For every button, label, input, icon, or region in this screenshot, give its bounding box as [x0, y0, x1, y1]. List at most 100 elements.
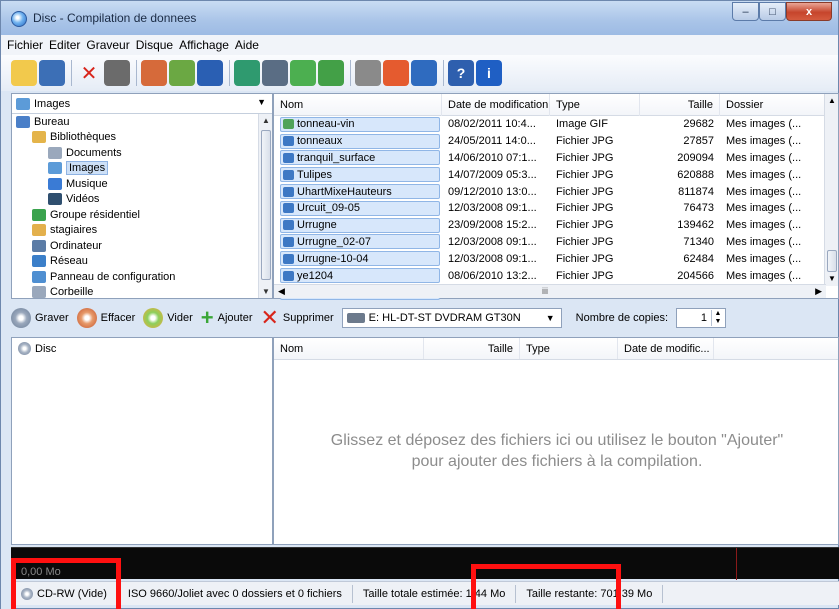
search-icon[interactable] [411, 60, 437, 86]
folder-tree-panel: Images ▼ Bureau Bibliothèques Documents Ima… [11, 93, 273, 299]
file-row[interactable]: ye1204 08/06/2010 13:2... Fichier JPG 20456… [274, 267, 826, 284]
column-dossier[interactable]: Dossier [720, 94, 826, 116]
column-date[interactable]: Date de modification [442, 94, 550, 116]
scroll-up-icon[interactable]: ▲ [828, 96, 836, 105]
file-row[interactable]: tonneau-vin 08/02/2011 10:4... Image GIF 29… [274, 116, 826, 133]
erase-button[interactable]: Effacer [76, 308, 135, 328]
tree-item[interactable]: Documents [12, 145, 260, 161]
menu-aide[interactable]: Aide [235, 38, 265, 52]
menu-fichier[interactable]: Fichier [7, 38, 49, 52]
menu-affichage[interactable]: Affichage [179, 38, 235, 52]
image-file-icon [283, 169, 294, 180]
chevron-down-icon: ▼ [257, 97, 266, 107]
tree-item[interactable]: Musique [12, 176, 260, 192]
file-selection[interactable]: tranquil_surface [280, 150, 440, 166]
file-selection[interactable]: tonneaux [280, 133, 440, 149]
folder-icon [48, 193, 62, 206]
help-icon[interactable]: ? [448, 60, 474, 86]
toolbar-separator [71, 60, 72, 86]
scroll-down-icon[interactable]: ▼ [262, 287, 270, 296]
empty-button[interactable]: Vider [143, 308, 193, 328]
maximize-button[interactable]: □ [759, 2, 786, 21]
file-selection[interactable]: Urrugne [280, 217, 440, 233]
scroll-right-icon[interactable]: ▶ [815, 286, 822, 297]
tree-item[interactable]: Vidéos [12, 192, 260, 208]
tree-item[interactable]: Panneau de configuration [12, 269, 260, 285]
tree-scrollbar[interactable]: ▲ ▼ [258, 114, 272, 298]
tree-item[interactable]: Groupe résidentiel [12, 207, 260, 223]
file-row[interactable]: Tulipes 14/07/2009 05:3... Fichier JPG 6208… [274, 166, 826, 183]
file-selection[interactable]: Urcuit_09-05 [280, 200, 440, 216]
tree-item[interactable]: Bibliothèques [12, 130, 260, 146]
copy-disc-icon[interactable] [234, 60, 260, 86]
burn-button[interactable]: Graver [11, 308, 69, 328]
paint-icon[interactable] [383, 60, 409, 86]
menu-disque[interactable]: Disque [136, 38, 179, 52]
print-icon[interactable] [104, 60, 130, 86]
new-icon[interactable] [11, 60, 37, 86]
file-selection[interactable]: UhartMixeHauteurs [280, 184, 440, 200]
comp-column-taille[interactable]: Taille [424, 338, 520, 359]
file-selection[interactable]: Urrugne_02-07 [280, 234, 440, 250]
blue-square-icon[interactable] [197, 60, 223, 86]
file-row[interactable]: UhartMixeHauteurs 09/12/2010 13:0... Fichi… [274, 183, 826, 200]
file-list-scrollbar[interactable]: ▲ ▼ [824, 94, 838, 286]
green-disc-icon[interactable] [290, 60, 316, 86]
folder-icon [48, 177, 62, 190]
minimize-button[interactable]: – [732, 2, 759, 21]
drive-select[interactable]: E: HL-DT-ST DVDRAM GT30N ▼ [341, 308, 562, 328]
tree-item[interactable]: Ordinateur [12, 238, 260, 254]
file-name-cell: tranquil_surface [274, 150, 442, 166]
column-nom[interactable]: Nom [274, 94, 442, 116]
file-selection[interactable]: ye1204 [280, 268, 440, 284]
column-taille[interactable]: Taille [640, 94, 720, 116]
file-date-cell: 14/07/2009 05:3... [448, 168, 537, 181]
tree-scroll-thumb[interactable] [261, 130, 271, 280]
scroll-left-icon[interactable]: ◀ [278, 286, 285, 297]
green-arrow-icon[interactable] [318, 60, 344, 86]
file-row[interactable]: Urrugne-10-04 12/03/2008 09:1... Fichier J… [274, 250, 826, 267]
file-row[interactable]: tranquil_surface 14/06/2010 07:1... Fichie… [274, 150, 826, 167]
delete-button[interactable]: ✕ Supprimer [260, 307, 333, 329]
disc-label: Disc [35, 342, 57, 355]
scroll-down-icon[interactable]: ▼ [828, 274, 836, 283]
path-dropdown[interactable]: Images ▼ [12, 94, 272, 114]
column-type[interactable]: Type [550, 94, 640, 116]
delete-icon[interactable]: ✕ [76, 60, 102, 86]
folder-tree: Bureau Bibliothèques Documents Images Musiqu… [12, 114, 260, 298]
file-row[interactable]: tonneaux 24/05/2011 14:0... Fichier JPG 278… [274, 133, 826, 150]
comp-column-date[interactable]: Date de modific... [618, 338, 714, 359]
burn-disc-icon[interactable] [169, 60, 195, 86]
add-button[interactable]: + Ajouter [201, 307, 253, 329]
disc-root-item[interactable]: Disc [12, 338, 272, 359]
tree-item[interactable]: stagiaires [12, 223, 260, 239]
file-row[interactable]: Urcuit_09-05 12/03/2008 09:1... Fichier JP… [274, 200, 826, 217]
file-row[interactable]: Urrugne_02-07 12/03/2008 09:1... Fichier J… [274, 234, 826, 251]
settings-disc-icon[interactable] [355, 60, 381, 86]
tree-item-label: Groupe résidentiel [50, 208, 140, 221]
tree-item[interactable]: Bureau [12, 114, 260, 130]
scroll-up-icon[interactable]: ▲ [262, 116, 270, 125]
file-selection[interactable]: Tulipes [280, 167, 440, 183]
tree-item[interactable]: Images [12, 161, 260, 177]
file-row[interactable]: Urrugne 23/09/2008 15:2... Fichier JPG 1394… [274, 217, 826, 234]
file-type-cell: Fichier JPG [556, 135, 614, 148]
drive-icon[interactable] [262, 60, 288, 86]
file-scroll-thumb[interactable] [827, 250, 837, 272]
spin-arrows-icon[interactable]: ▲ ▼ [711, 310, 724, 326]
comp-column-nom[interactable]: Nom [274, 338, 424, 359]
file-selection[interactable]: Urrugne-10-04 [280, 251, 440, 267]
tree-item[interactable]: Corbeille [12, 285, 260, 298]
info-icon[interactable]: i [476, 60, 502, 86]
menu-editer[interactable]: Editer [49, 38, 86, 52]
file-selection[interactable]: tonneau-vin [280, 116, 440, 132]
tree-item[interactable]: Réseau [12, 254, 260, 270]
file-list-hscrollbar[interactable]: ◀ iii ▶ [274, 284, 826, 298]
file-name-cell: Urrugne_02-07 [274, 234, 442, 250]
menu-graveur[interactable]: Graveur [86, 38, 135, 52]
close-button[interactable]: x [786, 2, 832, 21]
erase-disc-icon[interactable] [141, 60, 167, 86]
comp-column-type[interactable]: Type [520, 338, 618, 359]
save-icon[interactable] [39, 60, 65, 86]
copies-stepper[interactable]: 1 ▲ ▼ [676, 308, 726, 328]
